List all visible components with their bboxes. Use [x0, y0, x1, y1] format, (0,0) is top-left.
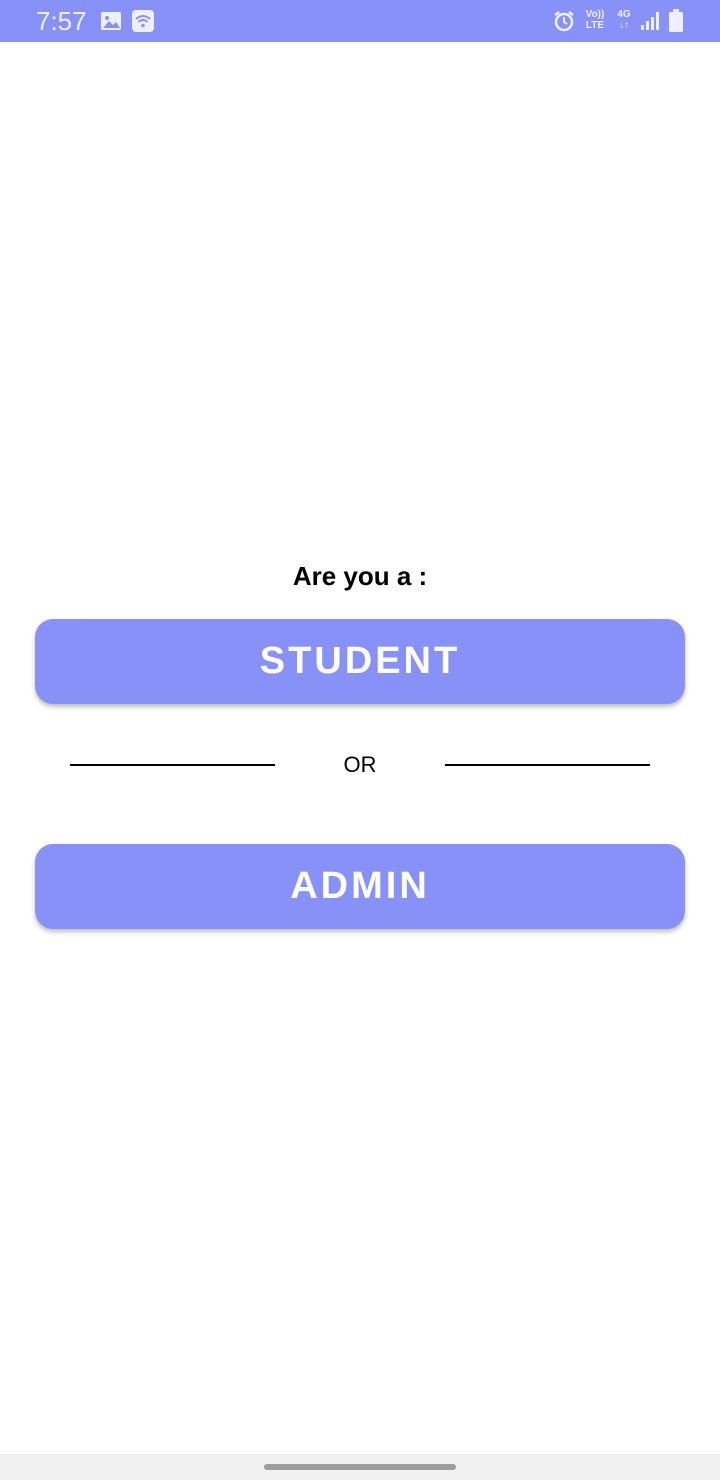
home-gesture-handle[interactable] [264, 1464, 456, 1470]
image-icon [100, 10, 122, 32]
admin-button[interactable]: ADMIN [35, 844, 685, 929]
divider-right [445, 764, 650, 766]
divider-left [70, 764, 275, 766]
alarm-icon [552, 10, 576, 32]
or-label: OR [343, 752, 377, 777]
network-arrows: ↓↑ [619, 20, 629, 31]
wifi-icon [132, 10, 154, 32]
status-bar: 7:57 Vo)) LTE 4G ↓↑ [0, 0, 720, 42]
volte-top-label: Vo)) [585, 9, 605, 20]
role-prompt: Are you a : [292, 561, 428, 591]
battery-icon [668, 9, 684, 32]
student-button[interactable]: STUDENT [35, 619, 685, 704]
volte-bottom-label: LTE [585, 20, 605, 31]
signal-icon [640, 10, 660, 32]
status-time: 7:57 [36, 6, 87, 36]
network-type-label: 4G [617, 9, 631, 20]
navigation-bar [0, 1454, 720, 1480]
